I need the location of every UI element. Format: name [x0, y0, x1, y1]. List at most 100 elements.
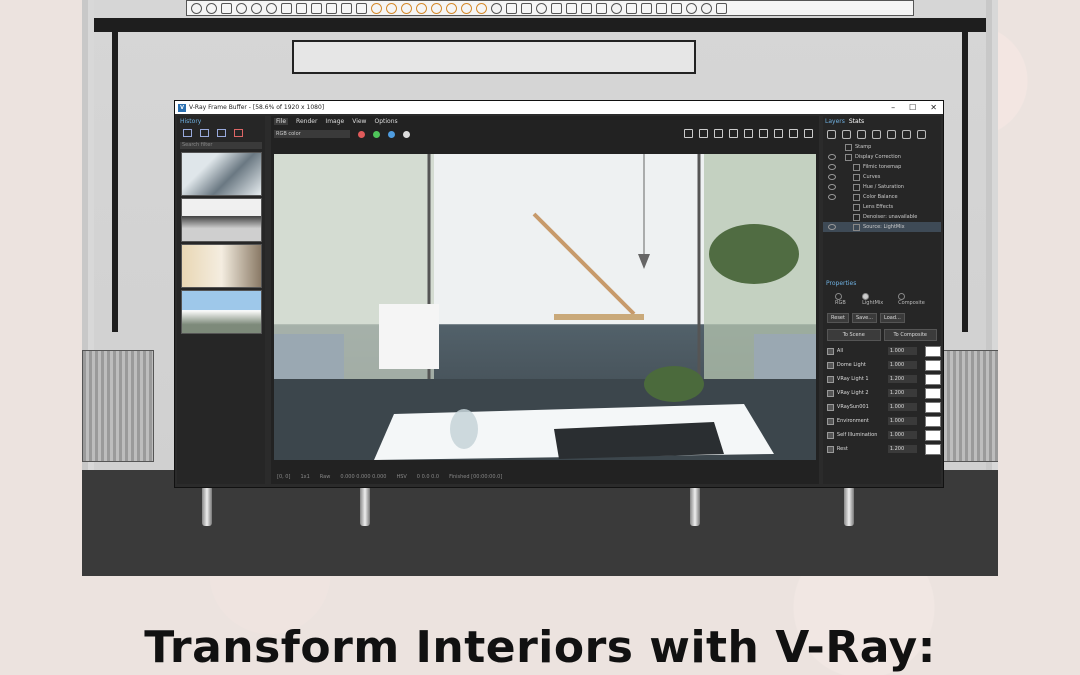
to-scene-button[interactable]: To Scene	[827, 329, 881, 341]
vray-mesh-icon[interactable]	[446, 2, 457, 14]
red-channel-icon[interactable]	[358, 130, 365, 138]
pan-tool-icon[interactable]	[251, 2, 262, 14]
color-swatch[interactable]	[925, 415, 942, 427]
mode-rgb[interactable]: RGB	[835, 293, 852, 306]
menu-view[interactable]: View	[352, 118, 366, 125]
undo-icon[interactable]	[902, 130, 911, 139]
dome-light-icon[interactable]	[491, 2, 502, 14]
history-search-input[interactable]: Search filter	[180, 142, 262, 149]
zoom-select[interactable]: 1x1	[300, 474, 309, 480]
vray-sun-icon[interactable]	[401, 2, 412, 14]
lens-effects-icon[interactable]	[744, 129, 753, 138]
layer-item[interactable]: Filmic tonemap	[823, 162, 941, 172]
select-tool-icon[interactable]	[191, 2, 202, 14]
eye-icon[interactable]	[828, 184, 836, 190]
green-channel-icon[interactable]	[373, 130, 380, 138]
view-left-icon[interactable]	[341, 2, 352, 14]
color-space-select[interactable]: HSV	[396, 474, 406, 480]
export-icon[interactable]	[581, 2, 592, 14]
import-icon[interactable]	[596, 2, 607, 14]
menu-options[interactable]: Options	[374, 118, 397, 125]
enable-checkbox[interactable]	[827, 445, 834, 453]
vray-material-icon[interactable]	[476, 2, 487, 14]
compare-ab-icon[interactable]	[200, 129, 209, 137]
mode-composite[interactable]: Composite	[898, 293, 929, 306]
layer-item[interactable]: Lens Effects	[823, 202, 941, 212]
enable-checkbox[interactable]	[827, 375, 834, 383]
minimize-icon[interactable]: –	[891, 101, 895, 114]
vray-render-icon[interactable]	[371, 2, 382, 14]
fur-icon[interactable]	[536, 2, 547, 14]
to-composite-button[interactable]: To Composite	[883, 329, 937, 341]
color-swatch[interactable]	[925, 345, 942, 357]
menu-render[interactable]: Render	[296, 118, 317, 125]
history-thumbnail[interactable]	[181, 152, 262, 196]
teapot-render-icon[interactable]	[804, 129, 813, 138]
render-icon[interactable]	[774, 129, 783, 138]
load-history-icon[interactable]	[217, 129, 226, 137]
color-swatch[interactable]	[925, 359, 942, 371]
xray-icon[interactable]	[701, 2, 712, 14]
maximize-icon[interactable]: ☐	[909, 101, 916, 114]
zoom-tool-icon[interactable]	[266, 2, 277, 14]
eye-icon[interactable]	[828, 164, 836, 170]
share-icon[interactable]	[716, 2, 727, 14]
plane-icon[interactable]	[566, 2, 577, 14]
save-image-icon[interactable]	[684, 129, 693, 138]
intensity-input[interactable]: 1.000	[887, 361, 918, 369]
layer-item-selected[interactable]: Source: LightMix	[823, 222, 941, 232]
intensity-input[interactable]: 1.000	[887, 417, 918, 425]
solid-icon[interactable]	[656, 2, 667, 14]
save-all-icon[interactable]	[699, 129, 708, 138]
color-swatch[interactable]	[925, 429, 942, 441]
components-icon[interactable]	[626, 2, 637, 14]
color-swatch[interactable]	[925, 401, 942, 413]
intensity-input[interactable]: 1.200	[887, 375, 918, 383]
layer-item[interactable]: Denoiser: unavailable	[823, 212, 941, 222]
intensity-input[interactable]: 1.000	[887, 403, 918, 411]
eye-icon[interactable]	[828, 194, 836, 200]
save-button[interactable]: Save...	[851, 313, 878, 323]
cube-icon[interactable]	[521, 2, 532, 14]
section-tool-icon[interactable]	[281, 2, 292, 14]
interactive-render-icon[interactable]	[759, 129, 768, 138]
enable-checkbox[interactable]	[827, 347, 834, 355]
view-front-icon[interactable]	[311, 2, 322, 14]
blue-channel-icon[interactable]	[388, 130, 395, 138]
enable-checkbox[interactable]	[827, 417, 834, 425]
color-swatch[interactable]	[925, 443, 942, 455]
shaded-icon[interactable]	[686, 2, 697, 14]
color-swatch[interactable]	[925, 387, 942, 399]
vray-camera-icon[interactable]	[416, 2, 427, 14]
camera-tool-icon[interactable]	[296, 2, 307, 14]
intensity-input[interactable]: 1.000	[887, 347, 918, 355]
mode-lightmix[interactable]: LightMix	[862, 293, 888, 306]
orbit-tool-icon[interactable]	[236, 2, 247, 14]
layer-item[interactable]: Curves	[823, 172, 941, 182]
layer-item[interactable]: Display Correction	[823, 152, 941, 162]
delete-history-icon[interactable]	[234, 129, 243, 137]
vray-sphere-icon[interactable]	[461, 2, 472, 14]
intensity-input[interactable]: 1.200	[887, 445, 918, 453]
stop-render-icon[interactable]	[789, 129, 798, 138]
enable-checkbox[interactable]	[827, 361, 834, 369]
remove-layer-icon[interactable]	[842, 130, 851, 139]
enable-checkbox[interactable]	[827, 431, 834, 439]
search-icon[interactable]	[611, 2, 622, 14]
load-layers-icon[interactable]	[872, 130, 881, 139]
menu-file[interactable]: File	[274, 118, 289, 125]
tab-stats[interactable]: Stats	[849, 118, 864, 125]
menu-image[interactable]: Image	[325, 118, 344, 125]
expand-icon[interactable]	[917, 130, 926, 139]
enable-checkbox[interactable]	[827, 389, 834, 397]
vray-spark-icon[interactable]	[431, 2, 442, 14]
layer-item[interactable]: Stamp	[823, 142, 941, 152]
proxy-icon[interactable]	[551, 2, 562, 14]
enable-checkbox[interactable]	[827, 403, 834, 411]
eye-icon[interactable]	[828, 174, 836, 180]
intensity-input[interactable]: 1.200	[887, 389, 918, 397]
box-icon[interactable]	[506, 2, 517, 14]
view-back-icon[interactable]	[326, 2, 337, 14]
eye-icon[interactable]	[828, 224, 836, 230]
vray-light-icon[interactable]	[386, 2, 397, 14]
